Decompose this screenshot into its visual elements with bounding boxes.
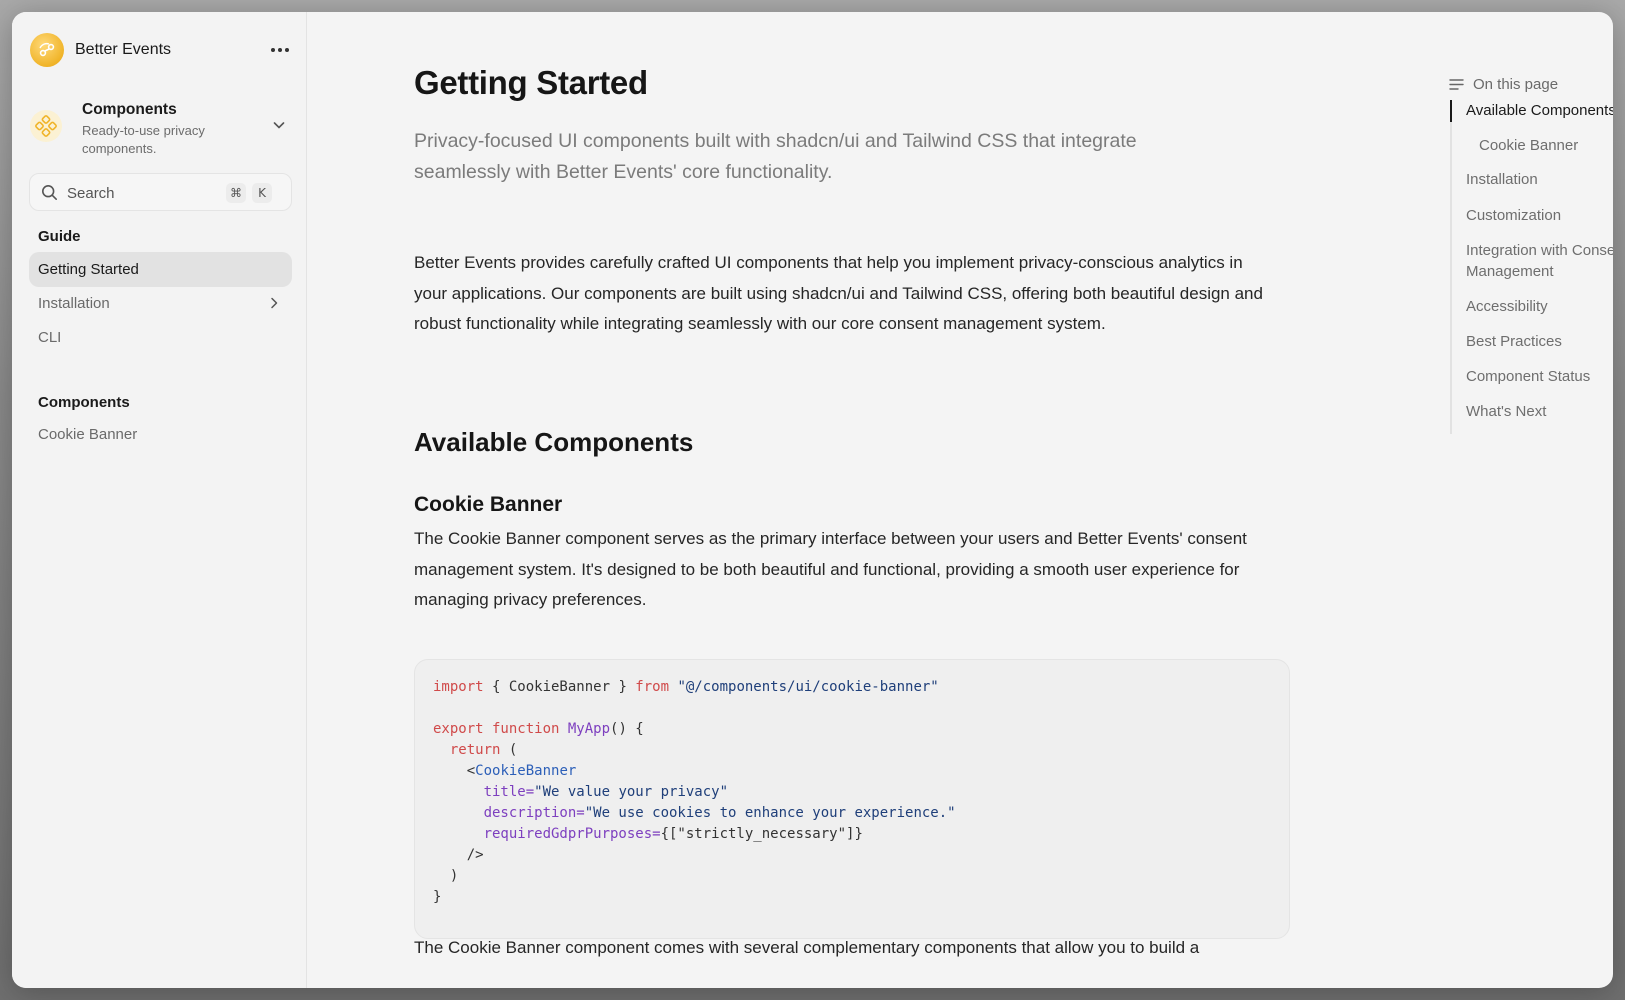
toc-item-integration[interactable]: Integration with Consent Management — [1466, 240, 1613, 282]
nav-heading-guide: Guide — [38, 228, 81, 245]
chevron-down-icon[interactable] — [270, 116, 288, 134]
sidebar: Better Events Components Ready-to-use pr… — [12, 12, 307, 988]
code-line: ) — [433, 868, 459, 884]
sidebar-item-getting-started[interactable]: Getting Started — [29, 252, 292, 287]
sidebar-item-label: CLI — [38, 329, 62, 346]
toc-item-component-status[interactable]: Component Status — [1466, 366, 1613, 387]
chevron-right-icon — [271, 297, 278, 309]
code-line: <CookieBanner — [433, 763, 577, 779]
main-content: Getting Started Privacy-focused UI compo… — [307, 12, 1613, 988]
toc-item-whats-next[interactable]: What's Next — [1466, 401, 1613, 422]
list-icon — [1449, 78, 1464, 90]
sidebar-item-cli[interactable]: CLI — [29, 320, 292, 355]
code-line: title="We value your privacy" — [433, 784, 729, 800]
section-heading-available-components: Available Components — [414, 427, 694, 457]
code-line: import { CookieBanner } from "@/componen… — [433, 679, 939, 695]
components-icon — [30, 110, 62, 142]
nav-heading-components: Components — [38, 394, 130, 411]
sidebar-item-cookie-banner[interactable]: Cookie Banner — [29, 417, 292, 452]
sidebar-item-installation[interactable]: Installation — [29, 286, 292, 321]
more-options-icon[interactable] — [268, 38, 292, 62]
switcher-subtitle: Ready-to-use privacy components. — [82, 123, 205, 156]
toc-rail — [1450, 100, 1452, 434]
toc-item-customization[interactable]: Customization — [1466, 205, 1613, 226]
shortcut-modifier-key: ⌘ — [226, 183, 246, 203]
switcher-title: Components — [82, 101, 177, 118]
search-icon — [41, 184, 57, 200]
sidebar-item-label: Getting Started — [38, 261, 139, 278]
sidebar-item-label: Installation — [38, 295, 110, 312]
toc-item-cookie-banner[interactable]: Cookie Banner — [1479, 135, 1613, 156]
brand-name: Better Events — [75, 41, 172, 58]
code-line: } — [433, 889, 442, 905]
code-block[interactable]: import { CookieBanner } from "@/componen… — [414, 659, 1290, 939]
code-line: /> — [433, 847, 484, 863]
app-window: Better Events Components Ready-to-use pr… — [12, 12, 1613, 988]
search-box[interactable]: ⌘ K — [29, 173, 292, 211]
brand-logo-icon — [30, 33, 64, 67]
intro-paragraph: Better Events provides carefully crafted… — [414, 253, 1263, 333]
shortcut-key: K — [252, 183, 272, 203]
toc-item-installation[interactable]: Installation — [1466, 169, 1613, 190]
page-title: Getting Started — [414, 64, 648, 101]
code-line: export function MyApp() { — [433, 721, 644, 737]
toc-heading-label: On this page — [1473, 75, 1559, 93]
code-line: description="We use cookies to enhance y… — [433, 805, 956, 821]
toc-item-available-components[interactable]: Available Components — [1466, 100, 1613, 121]
code-line: requiredGdprPurposes={["strictly_necessa… — [433, 826, 863, 842]
section-heading-cookie-banner: Cookie Banner — [414, 493, 563, 516]
toc-item-accessibility[interactable]: Accessibility — [1466, 296, 1613, 317]
code-line: return ( — [433, 742, 518, 758]
cookie-banner-paragraph: The Cookie Banner component serves as th… — [414, 529, 1247, 609]
page-lead: Privacy-focused UI components built with… — [414, 130, 1137, 183]
search-input[interactable] — [67, 182, 217, 204]
section-switcher[interactable]: Components Ready-to-use privacy componen… — [30, 98, 292, 158]
toc-active-indicator — [1450, 100, 1452, 122]
toc-heading: On this page — [1449, 74, 1613, 94]
toc-item-best-practices[interactable]: Best Practices — [1466, 331, 1613, 352]
brand[interactable]: Better Events — [30, 32, 292, 68]
sidebar-item-label: Cookie Banner — [38, 426, 138, 443]
bottom-paragraph: The Cookie Banner component comes with s… — [414, 938, 1200, 957]
